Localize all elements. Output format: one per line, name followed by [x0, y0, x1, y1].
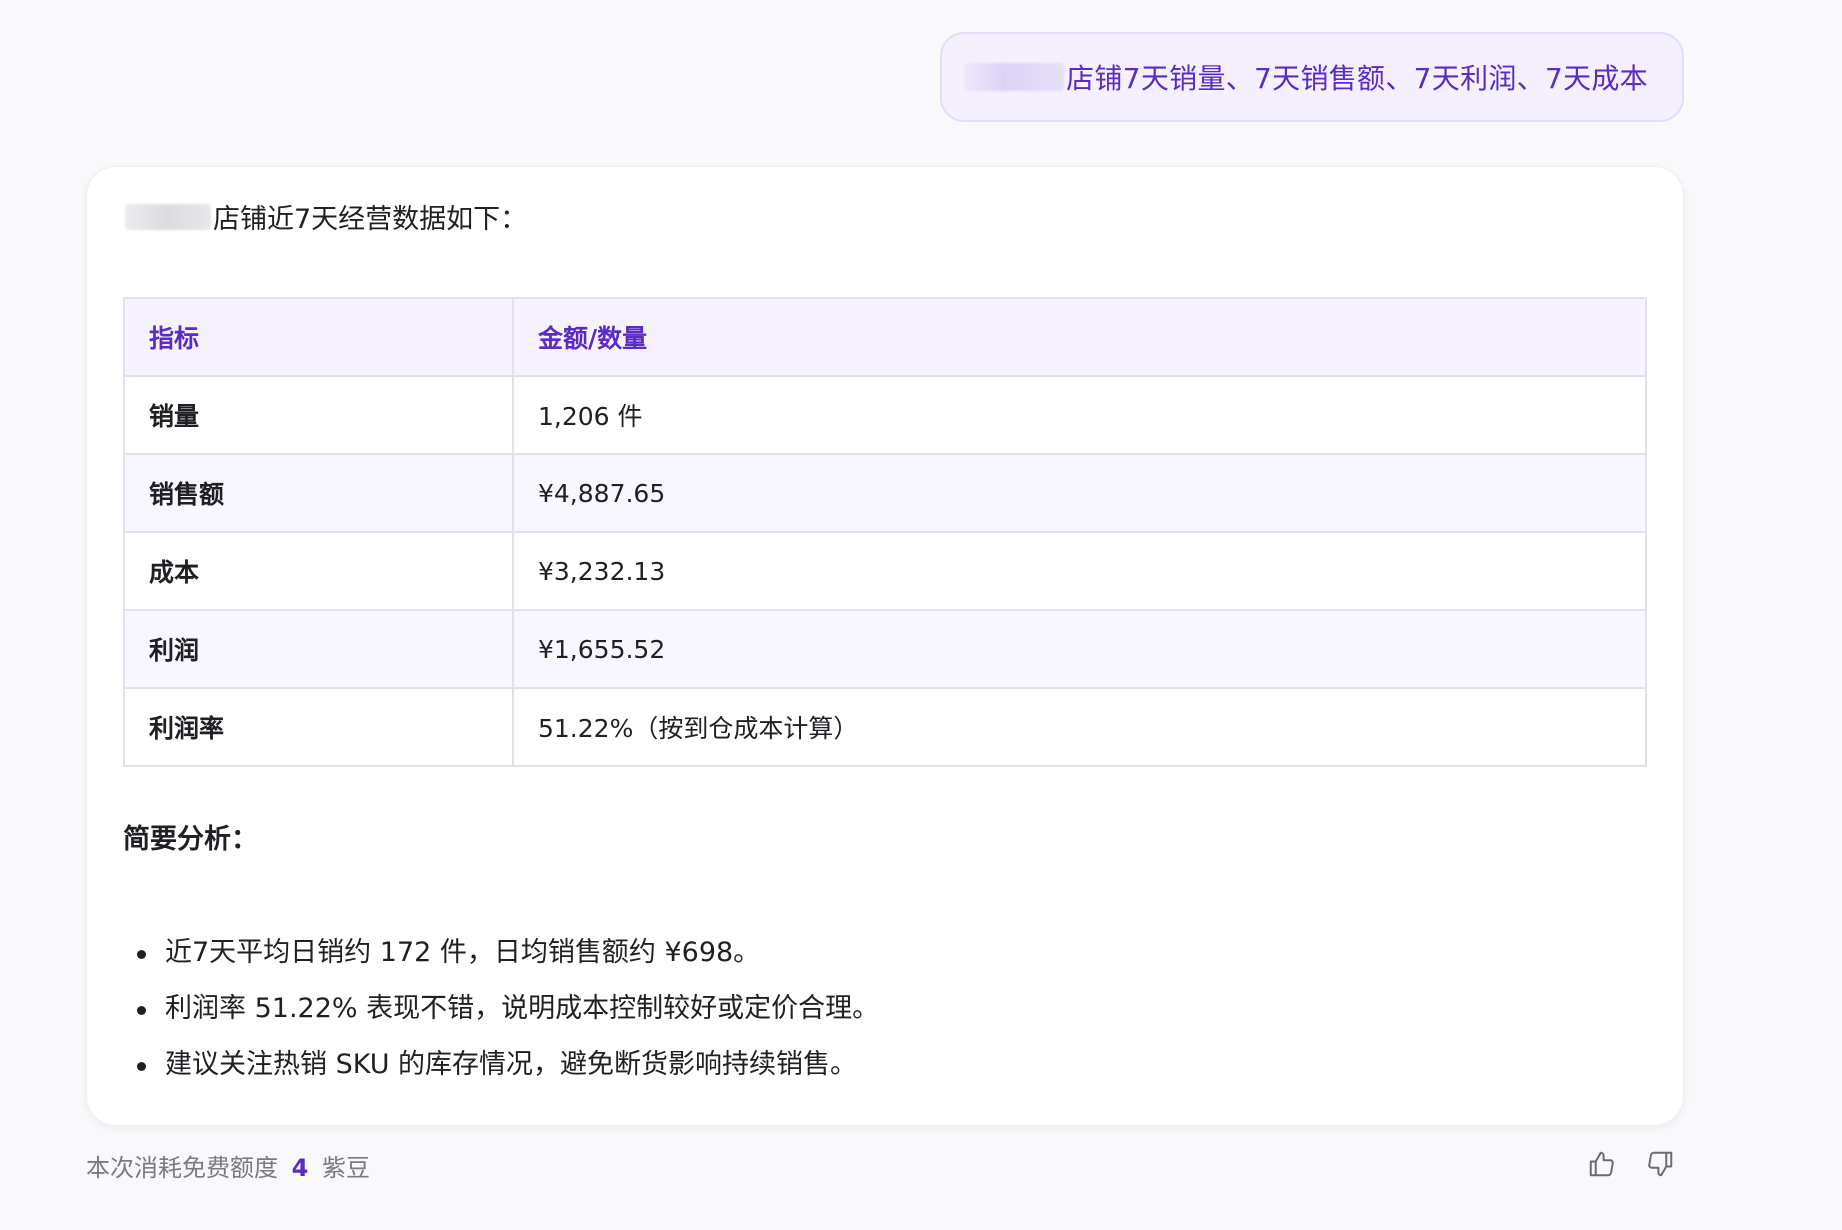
response-intro: 店铺近7天经营数据如下： — [125, 197, 527, 236]
user-message-bubble: 店铺7天销量、7天销售额、7天利润、7天成本 — [940, 32, 1684, 122]
list-item: 利润率 51.22% 表现不错，说明成本控制较好或定价合理。 — [123, 981, 879, 1037]
metric-cell: 利润 — [123, 609, 514, 689]
thumbs-down-icon — [1648, 1151, 1673, 1177]
feedback-actions — [1586, 1148, 1676, 1180]
metric-cell: 成本 — [123, 531, 514, 611]
usage-count: 4 — [291, 1154, 309, 1182]
redacted-store-name — [125, 203, 211, 230]
table-row: 销售额 ¥4,887.65 — [123, 453, 1647, 533]
value-cell: ¥4,887.65 — [512, 453, 1647, 533]
usage-prefix: 本次消耗免费额度 — [86, 1154, 278, 1182]
intro-text: 店铺近7天经营数据如下： — [213, 204, 528, 235]
table-row: 利润率 51.22%（按到仓成本计算） — [123, 687, 1647, 767]
table-header-row: 指标 金额/数量 — [123, 297, 1647, 377]
value-cell: ¥3,232.13 — [512, 531, 1647, 611]
table-row: 成本 ¥3,232.13 — [123, 531, 1647, 611]
user-message-row: 店铺7天销量、7天销售额、7天利润、7天成本 — [940, 32, 1684, 122]
assistant-response-card: 店铺近7天经营数据如下： 指标 金额/数量 销量 1,206 件 销售额 ¥4,… — [86, 166, 1684, 1126]
user-message-text: 店铺7天销量、7天销售额、7天利润、7天成本 — [1066, 62, 1648, 95]
analysis-list: 近7天平均日销约 172 件，日均销售额约 ¥698。 利润率 51.22% 表… — [123, 925, 879, 1093]
header-metric: 指标 — [123, 297, 514, 377]
metric-cell: 利润率 — [123, 687, 514, 767]
list-item: 建议关注热销 SKU 的库存情况，避免断货影响持续销售。 — [123, 1037, 879, 1093]
metric-cell: 销量 — [123, 375, 514, 455]
metrics-table: 指标 金额/数量 销量 1,206 件 销售额 ¥4,887.65 成本 ¥3,… — [123, 297, 1647, 767]
value-cell: 1,206 件 — [512, 375, 1647, 455]
chat-page: 店铺7天销量、7天销售额、7天利润、7天成本 店铺近7天经营数据如下： 指标 金… — [0, 0, 1842, 1230]
value-cell: 51.22%（按到仓成本计算） — [512, 687, 1647, 767]
table-row: 利润 ¥1,655.52 — [123, 609, 1647, 689]
usage-footer: 本次消耗免费额度 4 紫豆 — [86, 1148, 370, 1183]
header-value: 金额/数量 — [512, 297, 1647, 377]
list-item: 近7天平均日销约 172 件，日均销售额约 ¥698。 — [123, 925, 879, 981]
table-row: 销量 1,206 件 — [123, 375, 1647, 455]
dislike-button[interactable] — [1644, 1148, 1676, 1180]
usage-unit: 紫豆 — [321, 1154, 370, 1182]
value-cell: ¥1,655.52 — [512, 609, 1647, 689]
analysis-title: 简要分析： — [123, 824, 258, 855]
metric-cell: 销售额 — [123, 453, 514, 533]
thumbs-up-icon — [1589, 1151, 1614, 1177]
redacted-store-name — [964, 63, 1065, 91]
like-button[interactable] — [1586, 1148, 1618, 1180]
